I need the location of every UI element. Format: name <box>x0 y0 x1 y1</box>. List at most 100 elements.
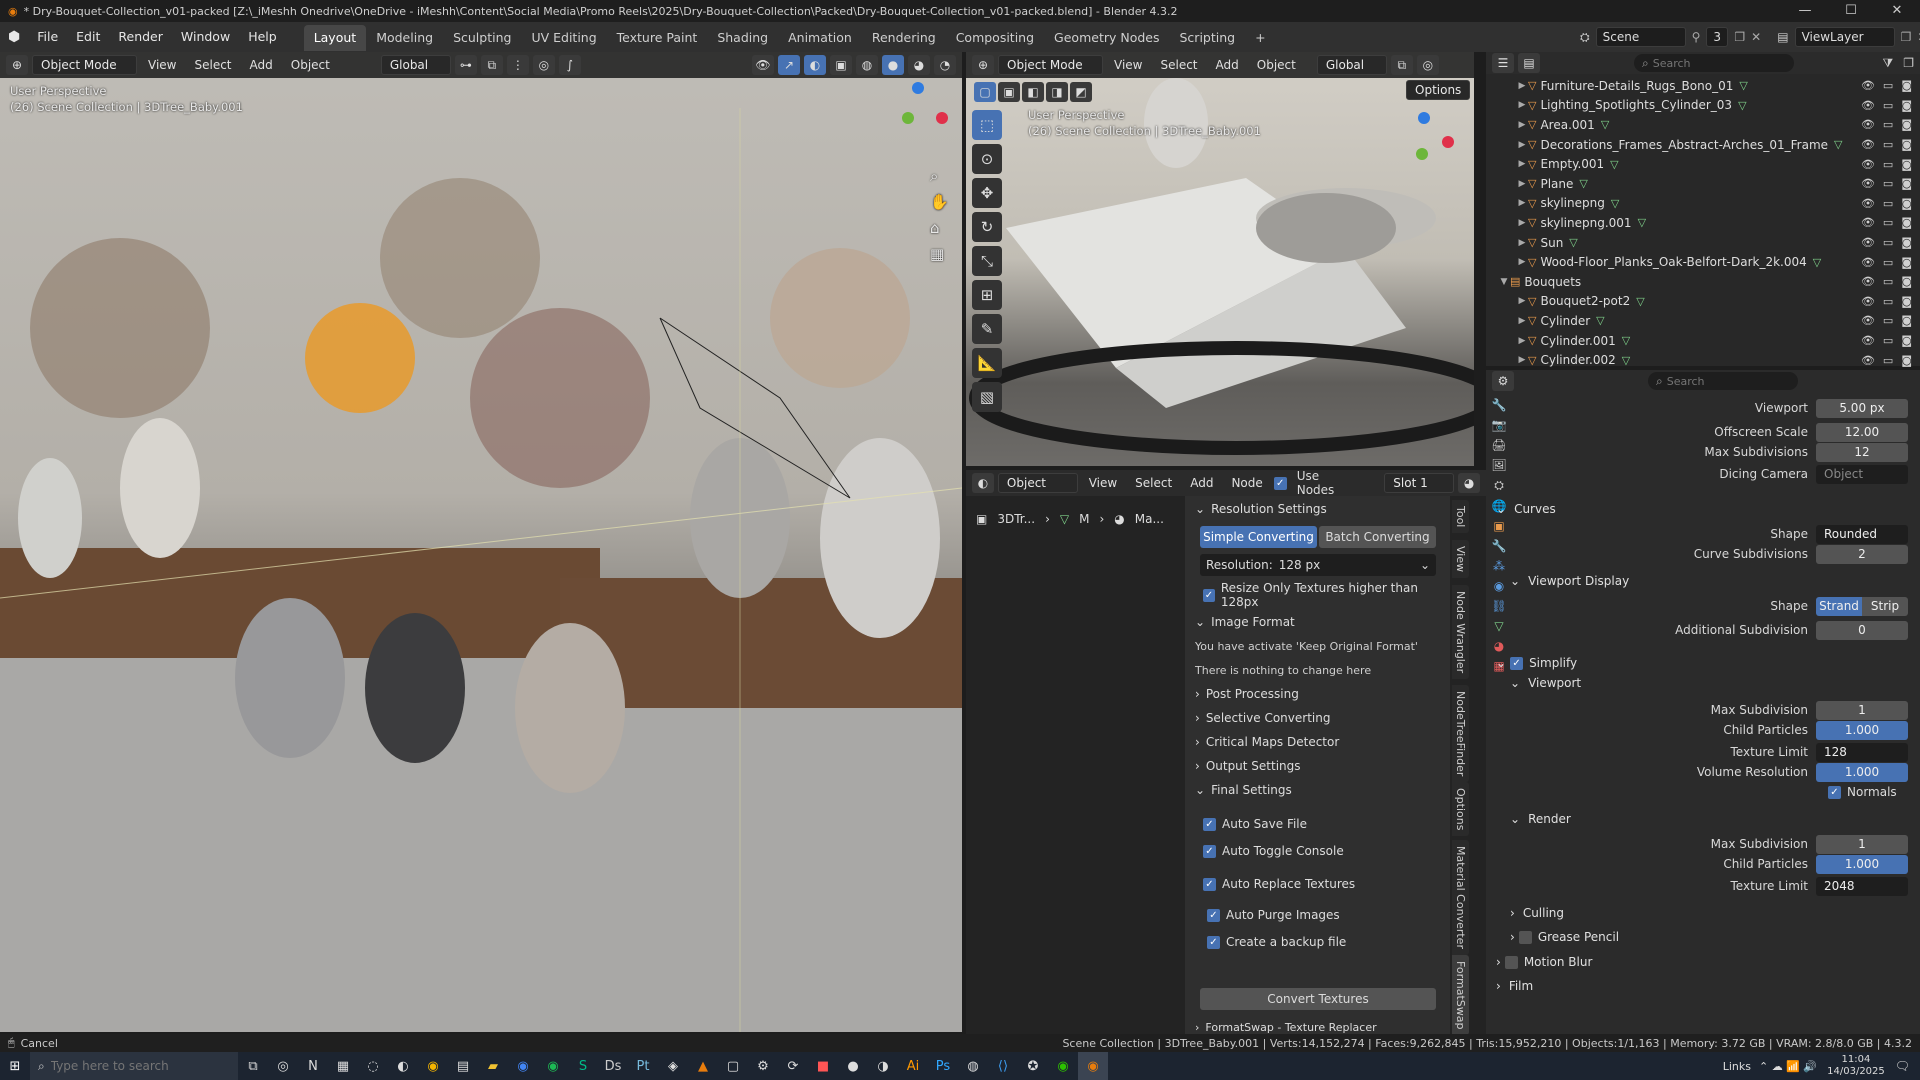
app-icon[interactable]: ◍ <box>958 1052 988 1080</box>
vscode-icon[interactable]: ⟨⟩ <box>988 1052 1018 1080</box>
final-settings-header[interactable]: ⌄ Final Settings <box>1195 779 1438 801</box>
chevron-right-icon[interactable]: ▶ <box>1516 198 1528 208</box>
use-nodes-checkbox[interactable]: ✓ <box>1273 476 1287 490</box>
viewport-monitor-icon[interactable]: ▭ <box>1883 256 1893 269</box>
spotify-icon[interactable]: ◉ <box>538 1052 568 1080</box>
r-texture-limit-dropdown[interactable]: 2048 <box>1816 876 1908 896</box>
scene-selector[interactable]: Scene <box>1595 27 1686 47</box>
render-camera-icon[interactable]: ◙ <box>1901 79 1912 92</box>
render-tab-icon[interactable]: 📷 <box>1492 418 1507 432</box>
render-camera-icon[interactable]: ◙ <box>1901 236 1912 249</box>
menu-add[interactable]: Add <box>243 54 280 76</box>
ortho-toggle-icon[interactable]: ▦ <box>930 245 949 263</box>
chrome-icon[interactable]: ◉ <box>418 1052 448 1080</box>
simplify-viewport-header[interactable]: ⌄ Viewport <box>1510 672 1908 694</box>
viewport-monitor-icon[interactable]: ▭ <box>1883 275 1893 288</box>
axis-x-icon[interactable] <box>936 112 948 124</box>
render-camera-icon[interactable]: ◙ <box>1901 197 1912 210</box>
app-icon[interactable]: ⟳ <box>778 1052 808 1080</box>
app-icon[interactable]: ◐ <box>388 1052 418 1080</box>
data-tab-icon[interactable]: ▽ <box>1494 619 1503 633</box>
outliner-row[interactable]: ▶ ▽ Cylinder.002 ▽ 👁 ▭ ◙ <box>1486 350 1920 370</box>
annotate-tool-icon[interactable]: ✎ <box>972 314 1002 344</box>
properties-search-input[interactable] <box>1666 374 1777 388</box>
calculator-icon[interactable]: ▤ <box>448 1052 478 1080</box>
app-icon[interactable]: ▢ <box>718 1052 748 1080</box>
render-shading-icon[interactable]: ◔ <box>934 55 956 75</box>
proportional-edit-icon[interactable]: ◎ <box>1416 55 1439 75</box>
menu-view[interactable]: View <box>141 54 183 76</box>
select-subtract-icon[interactable]: ◧ <box>1022 82 1044 102</box>
tab-scripting[interactable]: Scripting <box>1170 25 1246 51</box>
chevron-right-icon[interactable]: ▶ <box>1516 100 1528 110</box>
add-workspace-icon[interactable]: + <box>1245 25 1275 51</box>
notion-icon[interactable]: N <box>298 1052 328 1080</box>
app-icon[interactable]: ◌ <box>358 1052 388 1080</box>
visibility-eye-icon[interactable]: 👁 <box>1861 295 1875 308</box>
sidebar-tab-tool[interactable]: Tool <box>1452 500 1469 534</box>
auto-replace-checkbox[interactable]: ✓ <box>1203 877 1216 891</box>
notification-icon[interactable]: 🗨 <box>1895 1059 1910 1073</box>
visibility-eye-icon[interactable]: 👁 <box>1861 138 1875 151</box>
orientation-dropdown[interactable]: Global <box>1316 55 1387 75</box>
tab-batch-converting[interactable]: Batch Converting <box>1319 526 1436 548</box>
chevron-down-icon[interactable]: ▼ <box>1498 277 1510 287</box>
task-view-icon[interactable]: ⧉ <box>238 1052 268 1080</box>
strand-toggle[interactable]: Strand <box>1816 596 1862 616</box>
menu-edit[interactable]: Edit <box>67 22 109 52</box>
close-button[interactable]: ✕ <box>1874 0 1920 22</box>
viewport-monitor-icon[interactable]: ▭ <box>1883 99 1893 112</box>
viewport-monitor-icon[interactable]: ▭ <box>1883 236 1893 249</box>
sidebar-tab-formatswap[interactable]: FormatSwap <box>1452 955 1469 1036</box>
dicing-camera-field[interactable]: Object <box>1816 464 1908 484</box>
post-processing-header[interactable]: › Post Processing <box>1195 683 1438 705</box>
menu-add[interactable]: Add <box>1183 472 1220 494</box>
app-icon[interactable]: ⚙ <box>748 1052 778 1080</box>
grease-pencil-checkbox[interactable] <box>1518 930 1532 944</box>
menu-select[interactable]: Select <box>1128 472 1179 494</box>
new-collection-icon[interactable]: ❐ <box>1903 56 1914 70</box>
chevron-right-icon[interactable]: ▶ <box>1516 179 1528 189</box>
zoom-icon[interactable]: ⌕ <box>930 167 949 185</box>
orientation-dropdown[interactable]: Global <box>380 55 451 75</box>
app-icon[interactable]: ▦ <box>328 1052 358 1080</box>
select-extend-icon[interactable]: ▣ <box>998 82 1020 102</box>
viewport-monitor-icon[interactable]: ▭ <box>1883 197 1893 210</box>
axis-z-icon[interactable] <box>1418 112 1430 124</box>
blender-menu-icon[interactable]: ⬢ <box>0 29 28 45</box>
visibility-eye-icon[interactable]: 👁 <box>1861 334 1875 347</box>
visibility-eye-icon[interactable]: 👁 <box>1861 216 1875 229</box>
app-icon[interactable]: ● <box>838 1052 868 1080</box>
image-format-header[interactable]: ⌄ Image Format <box>1195 611 1438 633</box>
render-camera-icon[interactable]: ◙ <box>1901 216 1912 229</box>
tab-animation[interactable]: Animation <box>778 25 862 51</box>
outliner-row[interactable]: ▶ ▽ Sun ▽ 👁 ▭ ◙ <box>1486 233 1920 253</box>
chevron-right-icon[interactable]: ▶ <box>1516 296 1528 306</box>
overlay-icon[interactable]: ◐ <box>804 55 826 75</box>
convert-textures-button[interactable]: Convert Textures <box>1200 988 1436 1010</box>
windows-start-icon[interactable]: ⊞ <box>0 1052 30 1080</box>
viewport-monitor-icon[interactable]: ▭ <box>1883 314 1893 327</box>
mode-dropdown[interactable]: Object Mode <box>32 55 137 75</box>
outliner-row[interactable]: ▶ ▽ Bouquet2-pot2 ▽ 👁 ▭ ◙ <box>1486 292 1920 312</box>
editor-type-icon[interactable]: ⊕ <box>972 55 994 75</box>
tab-uv-editing[interactable]: UV Editing <box>521 25 606 51</box>
normals-checkbox[interactable]: ✓ <box>1828 785 1841 799</box>
pivot-icon[interactable]: ⊶ <box>454 55 477 75</box>
outliner-row[interactable]: ▼ ▤ Bouquets 👁 ▭ ◙ <box>1486 272 1920 292</box>
mode-dropdown[interactable]: Object Mode <box>998 55 1103 75</box>
editor-type-icon[interactable]: ☰ <box>1492 53 1514 73</box>
rotate-tool-icon[interactable]: ↻ <box>972 212 1002 242</box>
transform-tool-icon[interactable]: ⊞ <box>972 280 1002 310</box>
slot-dropdown[interactable]: Slot 1 <box>1384 473 1455 493</box>
material-preview-icon[interactable]: ◕ <box>1458 473 1481 493</box>
viewport-monitor-icon[interactable]: ▭ <box>1883 177 1893 190</box>
menu-object[interactable]: Object <box>284 54 337 76</box>
tab-simple-converting[interactable]: Simple Converting <box>1200 526 1317 548</box>
outliner-row[interactable]: ▶ ▽ Wood-Floor_Planks_Oak-Belfort-Dark_2k.… <box>1486 252 1920 272</box>
sidebar-tab-options[interactable]: Options <box>1452 782 1469 837</box>
outliner-row[interactable]: ▶ ▽ Cylinder.001 ▽ 👁 ▭ ◙ <box>1486 331 1920 351</box>
render-camera-icon[interactable]: ◙ <box>1901 354 1912 367</box>
visibility-eye-icon[interactable]: 👁 <box>1861 79 1875 92</box>
object-tab-icon[interactable]: ▣ <box>1493 519 1504 533</box>
